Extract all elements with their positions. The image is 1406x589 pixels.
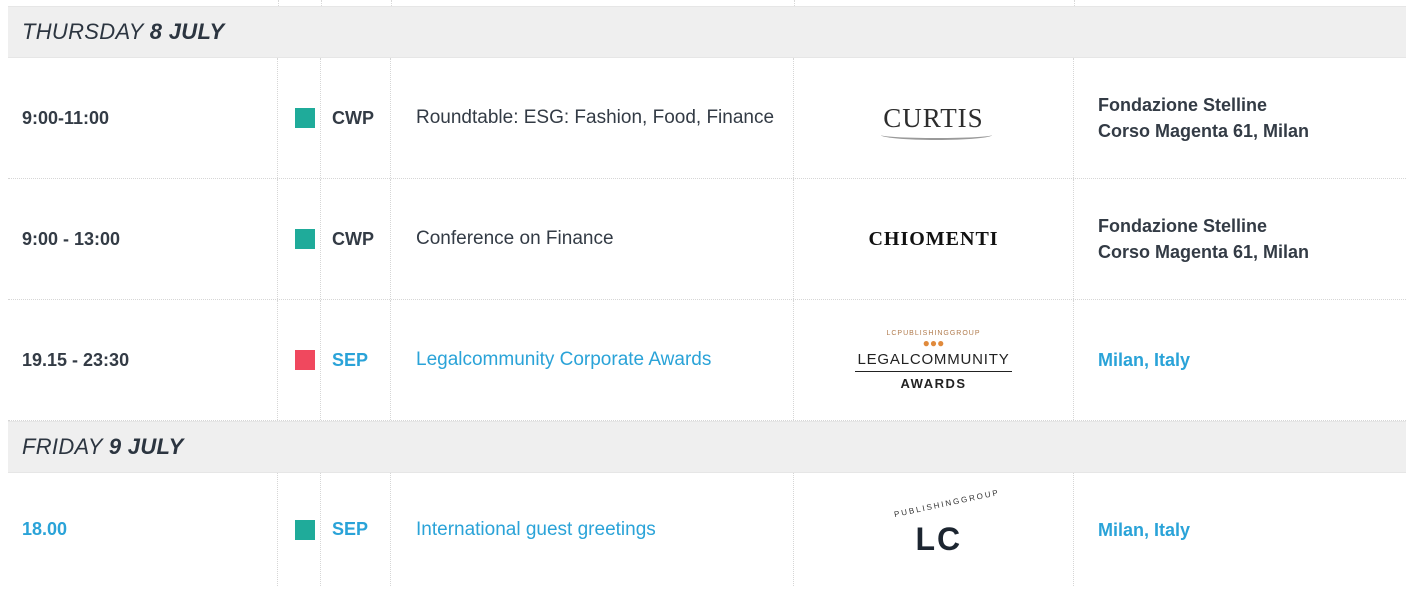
day-date: 8 JULY — [149, 19, 225, 44]
event-code-link[interactable]: SEP — [321, 300, 391, 420]
event-title-link[interactable]: Legalcommunity Corporate Awards — [391, 300, 794, 420]
logo-sub-text: AWARDS — [900, 375, 967, 391]
event-organizer-logo: CHIOMENTI — [794, 179, 1074, 299]
event-time-link[interactable]: 18.00 — [8, 473, 278, 586]
event-organizer-logo: LCPUBLISHINGGROUP ●●● LEGALCOMMUNITY AWA… — [794, 300, 1074, 420]
event-venue: Milan, Italy — [1074, 473, 1406, 586]
event-code-link[interactable]: SEP — [321, 473, 391, 586]
color-swatch — [295, 229, 315, 249]
day-name: FRIDAY — [22, 434, 103, 459]
lc-publishing-group-logo: PUBLISHINGGROUP LC — [889, 487, 1000, 565]
chiomenti-logo: CHIOMENTI — [868, 227, 999, 250]
event-type-color — [278, 300, 321, 420]
venue-name: Fondazione Stelline — [1098, 216, 1268, 236]
day-name: THURSDAY — [22, 19, 144, 44]
venue-address: Corso Magenta 61, Milan — [1098, 242, 1310, 262]
legalcommunity-awards-logo: LCPUBLISHINGGROUP ●●● LEGALCOMMUNITY AWA… — [855, 330, 1012, 391]
event-type-color — [278, 58, 321, 178]
venue-link[interactable]: Milan, Italy — [1098, 517, 1190, 543]
event-schedule-table: THURSDAY 8 JULY 9:00-11:00 CWP Roundtabl… — [8, 0, 1406, 586]
event-organizer-logo: CURTIS — [794, 58, 1074, 178]
venue-name: Fondazione Stelline — [1098, 95, 1268, 115]
day-date: 9 JULY — [108, 434, 184, 459]
day-header-thursday: THURSDAY 8 JULY — [8, 6, 1406, 58]
event-organizer-logo: PUBLISHINGGROUP LC — [794, 473, 1074, 586]
color-swatch — [295, 519, 315, 540]
event-time: 19.15 - 23:30 — [8, 300, 278, 420]
event-title-link[interactable]: International guest greetings — [391, 473, 794, 586]
table-row: 9:00 - 13:00 CWP Conference on Finance C… — [8, 179, 1406, 300]
curtis-logo: CURTIS — [881, 103, 992, 140]
event-code: CWP — [321, 179, 391, 299]
table-row: 18.00 SEP International guest greetings … — [8, 473, 1406, 586]
event-venue: Fondazione Stelline Corso Magenta 61, Mi… — [1074, 179, 1406, 299]
event-time: 9:00-11:00 — [8, 58, 278, 178]
event-venue: Milan, Italy — [1074, 300, 1406, 420]
event-code: CWP — [321, 58, 391, 178]
logo-main-text: LEGALCOMMUNITY — [855, 349, 1012, 372]
table-row: 9:00-11:00 CWP Roundtable: ESG: Fashion,… — [8, 58, 1406, 179]
event-venue: Fondazione Stelline Corso Magenta 61, Mi… — [1074, 58, 1406, 178]
people-icon: ●●● — [922, 335, 945, 350]
logo-arc-text: PUBLISHINGGROUP — [892, 487, 1001, 519]
table-top-edge — [8, 0, 1406, 6]
event-title: Roundtable: ESG: Fashion, Food, Finance — [391, 58, 794, 178]
event-type-color — [278, 179, 321, 299]
color-swatch — [295, 350, 315, 370]
venue-address: Corso Magenta 61, Milan — [1098, 121, 1310, 141]
logo-main-text: LC — [915, 520, 963, 557]
event-title: Conference on Finance — [391, 179, 794, 299]
day-header-friday: FRIDAY 9 JULY — [8, 421, 1406, 473]
event-time: 9:00 - 13:00 — [8, 179, 278, 299]
venue-link[interactable]: Milan, Italy — [1098, 347, 1190, 373]
color-swatch — [295, 108, 315, 128]
event-type-color — [278, 473, 321, 586]
table-row: 19.15 - 23:30 SEP Legalcommunity Corpora… — [8, 300, 1406, 421]
